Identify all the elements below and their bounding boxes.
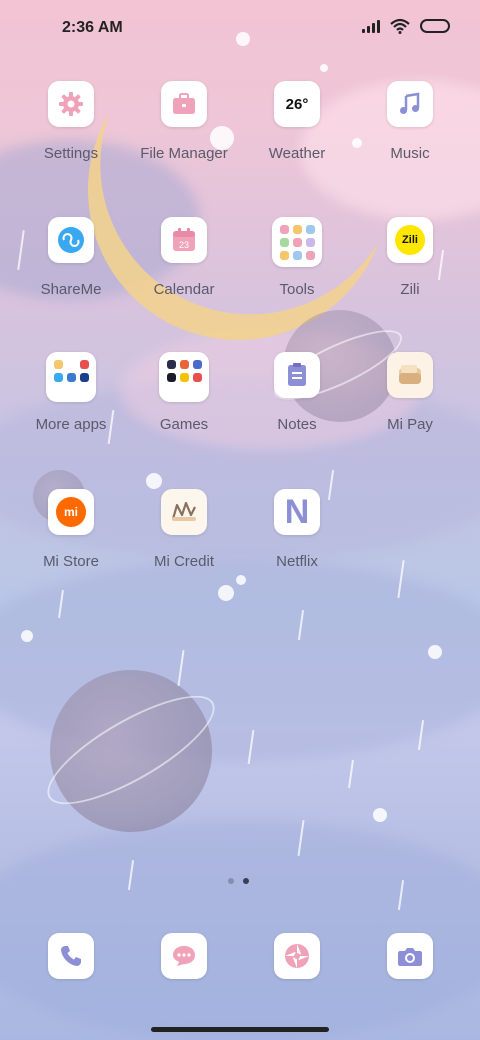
page-dot-active — [243, 878, 249, 884]
app-notes[interactable]: Notes — [242, 352, 352, 433]
app-label: More apps — [35, 416, 107, 433]
app-mi-pay[interactable]: Mi Pay — [355, 352, 465, 433]
app-more-apps-folder[interactable]: More apps — [16, 352, 126, 433]
app-label: Zili — [400, 281, 420, 298]
app-label: File Manager — [140, 145, 228, 162]
app-settings[interactable]: Settings — [16, 81, 126, 162]
cellular-signal-icon — [362, 19, 380, 33]
dock-camera[interactable] — [387, 933, 433, 979]
app-calendar[interactable]: 23 Calendar — [129, 217, 239, 298]
camera-icon — [398, 948, 422, 966]
app-music[interactable]: Music — [355, 81, 465, 162]
mi-store-icon: mi — [48, 489, 94, 535]
folder-icon — [159, 352, 209, 402]
netflix-icon: N — [274, 489, 320, 535]
status-time: 2:36 AM — [62, 19, 123, 36]
app-mi-store[interactable]: mi Mi Store — [16, 489, 126, 570]
zili-icon: Zili — [387, 217, 433, 263]
netflix-logo-text: N — [284, 492, 310, 531]
dock-browser[interactable] — [274, 933, 320, 979]
wallet-icon — [387, 352, 433, 398]
briefcase-icon — [161, 81, 207, 127]
app-zili[interactable]: Zili Zili — [355, 217, 465, 298]
weather-icon: 26° — [274, 81, 320, 127]
app-netflix[interactable]: N Netflix — [242, 489, 352, 570]
app-label: Music — [390, 145, 430, 162]
mi-logo-text: mi — [56, 497, 86, 527]
shareme-icon — [48, 217, 94, 263]
app-shareme[interactable]: ShareMe — [16, 217, 126, 298]
app-label: Notes — [277, 416, 317, 433]
app-label: Mi Pay — [387, 416, 433, 433]
app-label: Tools — [279, 281, 315, 298]
wifi-icon — [390, 18, 410, 34]
status-icons — [362, 18, 450, 34]
browser-icon — [285, 944, 309, 968]
app-file-manager[interactable]: File Manager — [129, 81, 239, 162]
app-label: Settings — [43, 145, 99, 162]
settings-icon — [48, 81, 94, 127]
calendar-day: 23 — [179, 240, 189, 250]
mi-credit-icon — [161, 489, 207, 535]
weather-temp: 26° — [285, 95, 309, 113]
app-label: Mi Store — [43, 553, 99, 570]
status-bar: 2:36 AM — [0, 0, 480, 56]
app-label: Games — [159, 416, 209, 433]
notes-icon — [274, 352, 320, 398]
app-label: Mi Credit — [153, 553, 214, 570]
message-bubble-icon — [173, 946, 195, 966]
music-note-icon — [387, 81, 433, 127]
calendar-icon: 23 — [161, 217, 207, 263]
app-weather[interactable]: 26° Weather — [242, 81, 352, 162]
app-games-folder[interactable]: Games — [129, 352, 239, 433]
app-mi-credit[interactable]: Mi Credit — [129, 489, 239, 570]
folder-icon — [272, 217, 322, 267]
dock-messages[interactable] — [161, 933, 207, 979]
app-label: Weather — [268, 145, 326, 162]
dock-phone[interactable] — [48, 933, 94, 979]
home-indicator[interactable] — [151, 1027, 329, 1032]
app-label: ShareMe — [40, 281, 102, 298]
page-indicator — [228, 878, 249, 884]
app-tools-folder[interactable]: Tools — [242, 217, 352, 298]
phone-icon — [61, 946, 81, 966]
folder-icon — [46, 352, 96, 402]
page-dot — [228, 878, 234, 884]
zili-logo-text: Zili — [395, 225, 425, 255]
battery-icon — [420, 19, 450, 33]
app-label: Netflix — [276, 553, 318, 570]
app-label: Calendar — [153, 281, 215, 298]
